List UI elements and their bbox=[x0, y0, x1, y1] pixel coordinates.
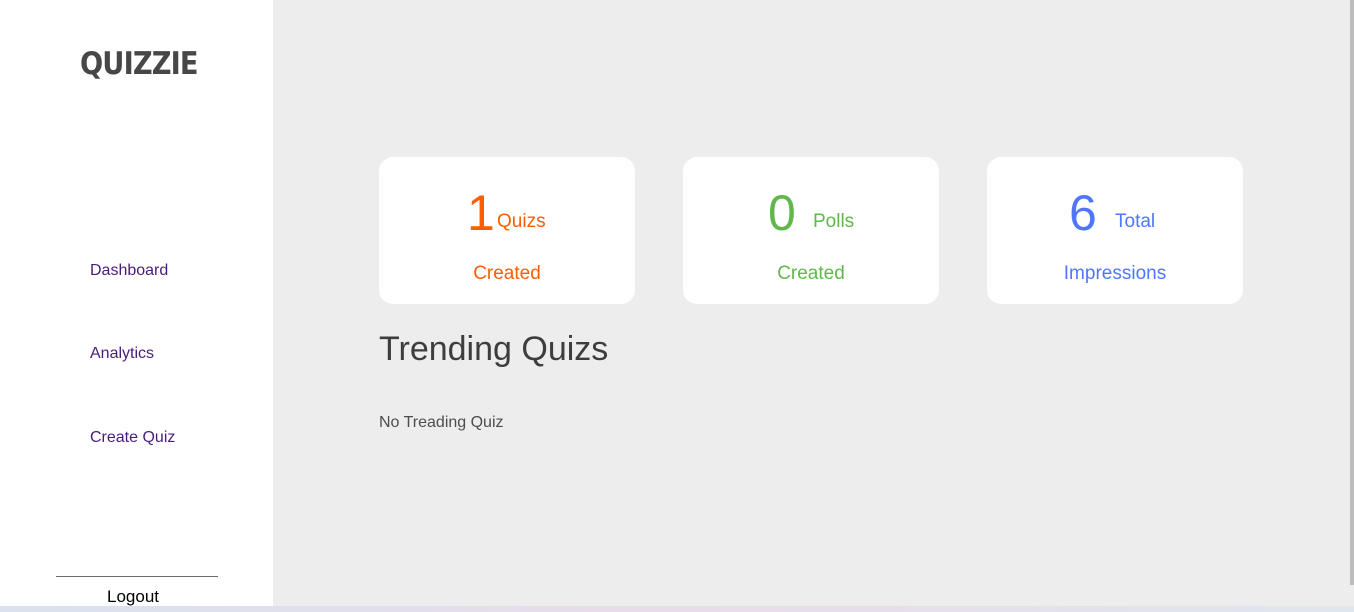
nav-analytics[interactable]: Analytics bbox=[90, 345, 154, 363]
polls-sub-label: Created bbox=[777, 263, 845, 284]
page-scrollbar[interactable] bbox=[1350, 0, 1354, 585]
impressions-count: 6 bbox=[1069, 185, 1097, 241]
nav-create-quiz[interactable]: Create Quiz bbox=[90, 429, 175, 447]
no-trending-message: No Treading Quiz bbox=[379, 414, 504, 431]
bottom-strip bbox=[0, 606, 1354, 612]
quizzes-created-card: 1 Quizs Created bbox=[379, 157, 635, 304]
quizzes-label: Quizs bbox=[497, 211, 546, 232]
polls-label: Polls bbox=[813, 211, 855, 232]
impressions-sub-label: Impressions bbox=[1063, 263, 1167, 284]
logout-divider bbox=[56, 576, 218, 577]
nav-dashboard[interactable]: Dashboard bbox=[90, 262, 168, 280]
impressions-label: Total bbox=[1115, 211, 1156, 232]
total-impressions-card: 6 Total Impressions bbox=[987, 157, 1243, 304]
logout-button[interactable]: Logout bbox=[107, 587, 159, 607]
quizzes-sub-label: Created bbox=[473, 263, 541, 284]
trending-quizzes-title: Trending Quizs bbox=[379, 330, 609, 368]
main-content bbox=[273, 0, 1354, 612]
sidebar: QUIZZIE Dashboard Analytics Create Quiz … bbox=[0, 0, 273, 612]
app-logo: QUIZZIE bbox=[80, 46, 199, 82]
polls-created-card: 0 Polls Created bbox=[683, 157, 939, 304]
quizzes-count: 1 bbox=[467, 185, 495, 241]
polls-count: 0 bbox=[768, 185, 796, 241]
